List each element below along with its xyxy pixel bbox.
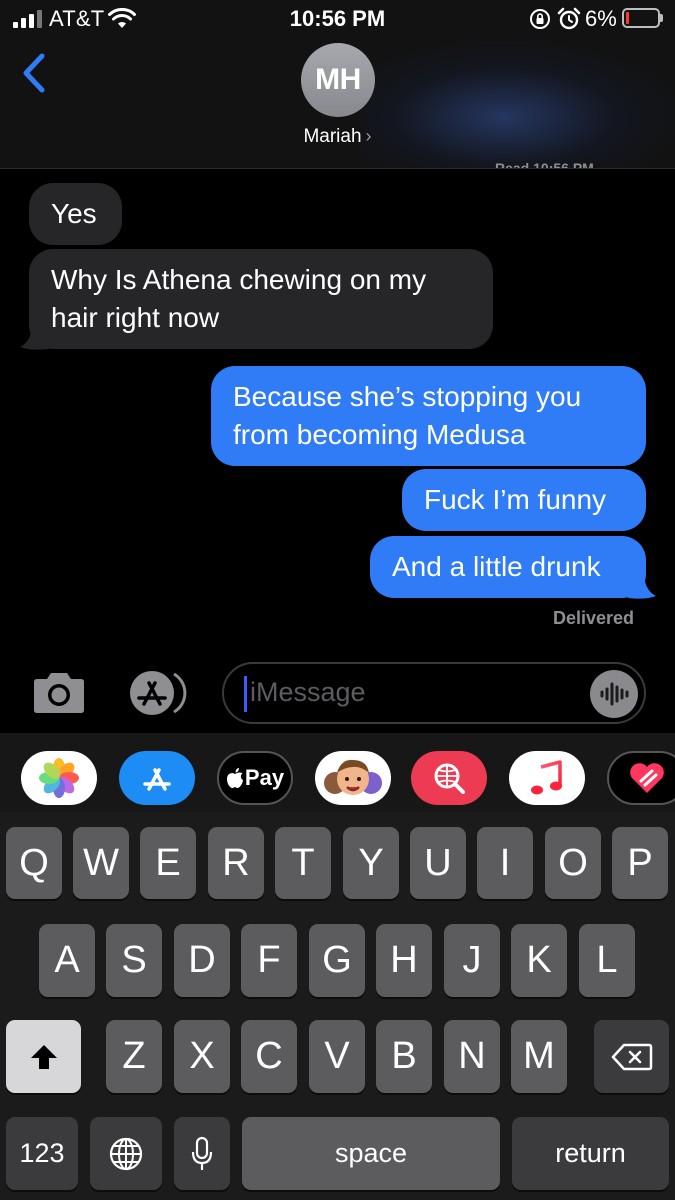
orientation-lock-icon xyxy=(530,9,550,29)
web-search-icon xyxy=(434,763,465,794)
apple-logo-icon xyxy=(226,768,243,788)
key-z[interactable]: Z xyxy=(106,1020,162,1093)
app-store-app-button[interactable] xyxy=(119,751,195,805)
message-text: And a little drunk xyxy=(392,551,601,582)
message-input[interactable]: iMessage xyxy=(222,662,646,724)
key-s[interactable]: S xyxy=(106,924,162,997)
battery-percent: 6% xyxy=(585,6,617,31)
key-d[interactable]: D xyxy=(174,924,230,997)
key-u[interactable]: U xyxy=(410,827,466,899)
dictation-key[interactable] xyxy=(174,1117,230,1190)
key-x[interactable]: X xyxy=(174,1020,230,1093)
message-text-line2: hair right now xyxy=(51,302,220,333)
music-icon xyxy=(531,760,562,795)
delete-key[interactable] xyxy=(594,1020,669,1093)
digital-touch-app-button[interactable] xyxy=(607,751,675,805)
key-f[interactable]: F xyxy=(241,924,297,997)
message-text-line2: from becoming Medusa xyxy=(233,419,526,450)
message-bubble-sent[interactable]: And a little drunk xyxy=(370,536,646,598)
battery-icon xyxy=(622,8,660,28)
bubble-tail xyxy=(628,572,656,599)
audio-message-button[interactable] xyxy=(590,670,638,718)
conversation-header: AT&T 10:56 PM 6% MH Mariah › Read 10:56 P xyxy=(0,0,675,169)
message-bubble-received[interactable]: Yes xyxy=(29,183,122,245)
message-input-placeholder: iMessage xyxy=(250,677,366,707)
return-key[interactable]: return xyxy=(512,1117,669,1190)
read-receipt: Read 10:56 PM xyxy=(495,160,594,169)
keyboard: Q W E R T Y U I O P A S D F G H J K L Z … xyxy=(0,812,675,1200)
key-r[interactable]: R xyxy=(208,827,264,899)
key-v[interactable]: V xyxy=(309,1020,365,1093)
globe-icon xyxy=(109,1137,143,1170)
key-j[interactable]: J xyxy=(444,924,500,997)
status-bar: AT&T 10:56 PM 6% xyxy=(0,0,675,40)
music-app-button[interactable] xyxy=(509,751,585,805)
imessage-app-strip: Pay xyxy=(0,733,675,817)
message-text: Because she’s stopping you xyxy=(233,381,582,412)
key-y[interactable]: Y xyxy=(343,827,399,899)
chevron-right-icon: › xyxy=(365,126,372,146)
contact-name: Mariah xyxy=(303,126,362,147)
header-background-glow xyxy=(360,40,675,168)
battery-terminal xyxy=(660,14,663,22)
bubble-tail xyxy=(20,323,48,350)
camera-icon[interactable] xyxy=(30,670,88,716)
key-w[interactable]: W xyxy=(73,827,129,899)
key-t[interactable]: T xyxy=(275,827,331,899)
key-h[interactable]: H xyxy=(376,924,432,997)
backspace-icon xyxy=(611,1043,652,1070)
text-cursor xyxy=(244,676,247,712)
contact-name-button[interactable]: Mariah › xyxy=(0,126,675,148)
shift-arrow-icon xyxy=(30,1044,57,1069)
memoji-icon xyxy=(324,759,382,795)
key-q[interactable]: Q xyxy=(6,827,62,899)
key-p[interactable]: P xyxy=(612,827,668,899)
message-bubble-sent[interactable]: Because she’s stopping you from becoming… xyxy=(211,366,646,466)
waveform-icon xyxy=(600,682,629,706)
apple-pay-app-button[interactable]: Pay xyxy=(217,751,293,805)
key-g[interactable]: G xyxy=(309,924,365,997)
message-bubble-received[interactable]: Why Is Athena chewing on my hair right n… xyxy=(29,249,493,349)
apple-pay-label: Pay xyxy=(244,765,285,790)
photos-app-button[interactable] xyxy=(21,751,97,805)
alarm-icon xyxy=(557,7,581,30)
key-b[interactable]: B xyxy=(376,1020,432,1093)
key-m[interactable]: M xyxy=(511,1020,567,1093)
key-i[interactable]: I xyxy=(477,827,533,899)
key-k[interactable]: K xyxy=(511,924,567,997)
photos-icon xyxy=(39,758,79,798)
app-store-icon xyxy=(143,768,171,791)
microphone-icon xyxy=(191,1136,213,1170)
message-text: Why Is Athena chewing on my xyxy=(51,264,427,295)
key-e[interactable]: E xyxy=(140,827,196,899)
key-c[interactable]: C xyxy=(241,1020,297,1093)
delivered-status: Delivered xyxy=(553,608,635,628)
numbers-key[interactable]: 123 xyxy=(6,1117,78,1190)
shift-key[interactable] xyxy=(6,1020,81,1093)
memoji-app-button[interactable] xyxy=(315,751,391,805)
message-bubble-sent[interactable]: Fuck I’m funny xyxy=(402,469,646,531)
key-o[interactable]: O xyxy=(545,827,601,899)
key-a[interactable]: A xyxy=(39,924,95,997)
images-search-app-button[interactable] xyxy=(411,751,487,805)
message-text: Yes xyxy=(51,198,97,229)
digital-touch-icon xyxy=(630,763,664,793)
space-key[interactable]: space xyxy=(242,1117,500,1190)
globe-key[interactable] xyxy=(90,1117,162,1190)
back-chevron-icon[interactable] xyxy=(18,50,52,96)
key-l[interactable]: L xyxy=(579,924,635,997)
key-n[interactable]: N xyxy=(444,1020,500,1093)
app-store-drawer-icon[interactable] xyxy=(124,669,190,717)
contact-avatar[interactable]: MH xyxy=(301,43,375,117)
message-text: Fuck I’m funny xyxy=(424,484,607,515)
